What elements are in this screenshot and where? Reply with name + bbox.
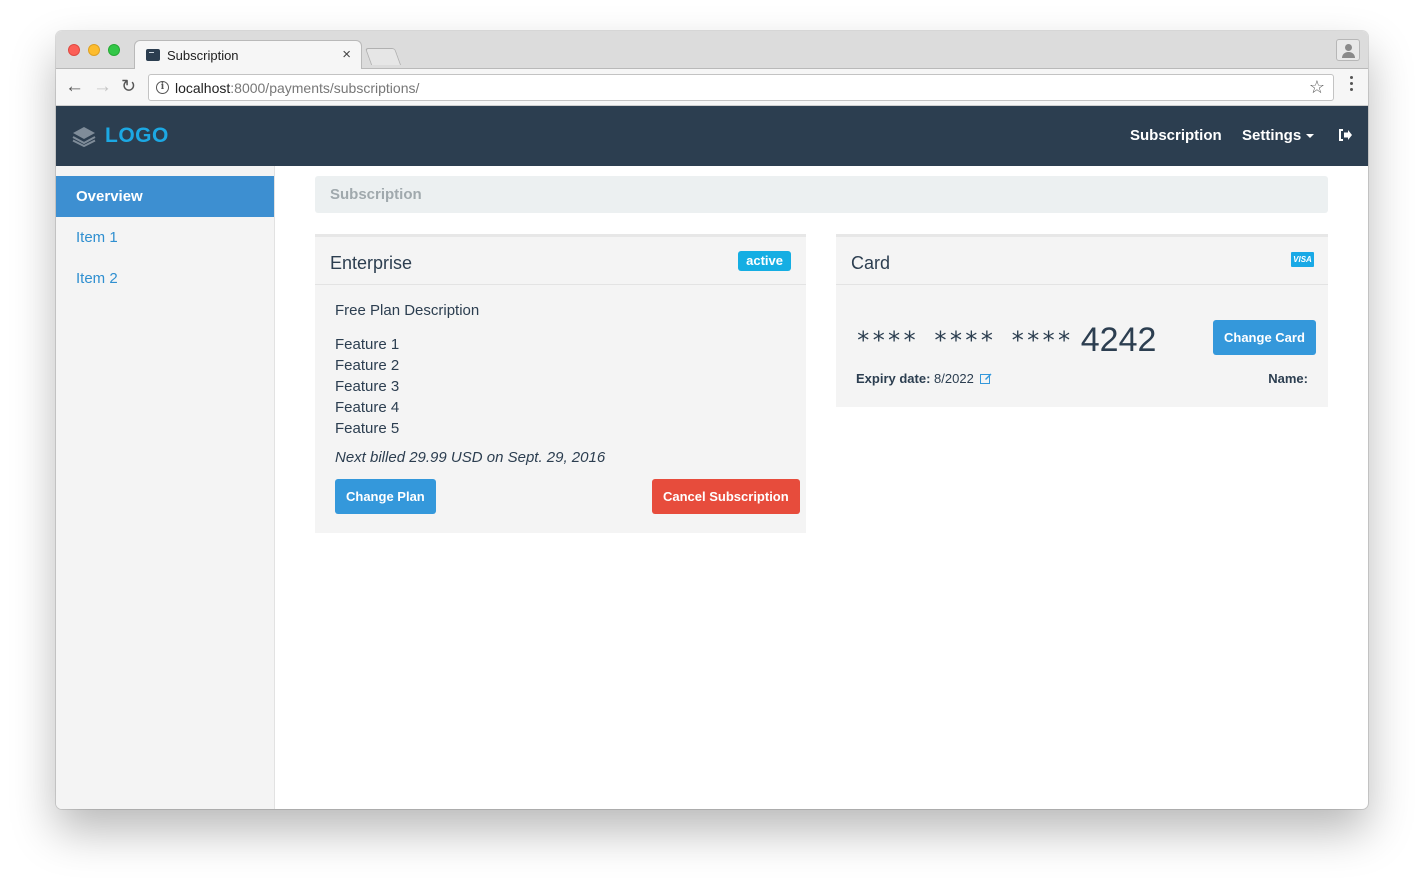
- expiry-date: Expiry date: 8/2022: [856, 371, 992, 386]
- plan-panel-header: Enterprise active: [315, 237, 806, 285]
- menu-icon[interactable]: [1350, 76, 1354, 96]
- address-bar[interactable]: i localhost:8000/payments/subscriptions/…: [148, 74, 1334, 101]
- logout-icon[interactable]: [1338, 128, 1352, 142]
- card-title: Card: [851, 253, 891, 273]
- card-panel: Card VISA **** **** **** 4242 Change Car…: [836, 234, 1328, 407]
- nav-settings-label: Settings: [1242, 127, 1302, 144]
- caret-down-icon: [1306, 134, 1315, 139]
- status-badge: active: [738, 251, 791, 271]
- address-toolbar: ← → ↻ i localhost:8000/payments/subscrip…: [56, 69, 1368, 106]
- change-plan-button[interactable]: Change Plan: [335, 479, 436, 514]
- expiry-value: 8/2022: [934, 371, 974, 386]
- forward-arrow-icon[interactable]: →: [93, 77, 112, 96]
- url-text[interactable]: localhost:8000/payments/subscriptions/: [175, 80, 419, 96]
- sidebar-item-1[interactable]: Item 1: [56, 217, 274, 258]
- plan-description: Free Plan Description: [335, 302, 480, 319]
- plan-title: Enterprise: [330, 253, 413, 273]
- top-navbar: LOGO Subscription Settings: [56, 106, 1368, 166]
- cancel-subscription-button[interactable]: Cancel Subscription: [652, 479, 800, 514]
- card-last4: 4242: [1080, 321, 1157, 359]
- close-window-button[interactable]: [68, 44, 80, 56]
- browser-tab[interactable]: Subscription ×: [134, 40, 362, 70]
- expiry-label: Expiry date:: [856, 371, 931, 386]
- back-arrow-icon[interactable]: ←: [65, 77, 84, 96]
- sidebar-item-overview[interactable]: Overview: [56, 176, 274, 217]
- name-label: Name:: [1268, 371, 1308, 386]
- star-icon[interactable]: ☆: [1309, 77, 1325, 98]
- logo-icon: [72, 127, 96, 147]
- card-number: **** **** **** 4242: [856, 321, 1156, 360]
- profile-icon[interactable]: [1336, 39, 1360, 61]
- change-card-button[interactable]: Change Card: [1213, 320, 1316, 355]
- terminal-favicon-icon: [146, 49, 160, 61]
- minimize-window-button[interactable]: [88, 44, 100, 56]
- feature-item: Feature 4: [335, 399, 400, 416]
- new-tab-button[interactable]: [364, 48, 402, 65]
- feature-item: Feature 3: [335, 378, 400, 395]
- browser-window: Subscription × ← → ↻ i localhost:8000/pa…: [56, 31, 1368, 809]
- sidebar: Overview Item 1 Item 2: [56, 166, 275, 809]
- feature-item: Feature 5: [335, 420, 400, 437]
- nav-subscription-link[interactable]: Subscription: [1130, 127, 1222, 144]
- tab-title: Subscription: [167, 48, 239, 63]
- plan-panel: Enterprise active Free Plan Description …: [315, 234, 806, 533]
- nav-settings-dropdown[interactable]: Settings: [1242, 127, 1315, 144]
- title-bar: Subscription ×: [56, 31, 1368, 70]
- feature-item: Feature 2: [335, 357, 400, 374]
- tab-close-icon[interactable]: ×: [342, 46, 351, 63]
- reload-icon[interactable]: ↻: [121, 77, 136, 96]
- logo-text[interactable]: LOGO: [105, 124, 169, 148]
- info-icon[interactable]: i: [156, 81, 169, 94]
- zoom-window-button[interactable]: [108, 44, 120, 56]
- card-masked-digits: **** **** ****: [856, 326, 1073, 355]
- breadcrumb: Subscription: [315, 176, 1328, 213]
- visa-icon: VISA: [1291, 252, 1314, 267]
- edit-icon[interactable]: [980, 372, 992, 384]
- feature-item: Feature 1: [335, 336, 400, 353]
- card-panel-header: Card VISA: [836, 237, 1328, 285]
- sidebar-item-2[interactable]: Item 2: [56, 258, 274, 299]
- plan-body: Free Plan Description Feature 1 Feature …: [315, 285, 806, 466]
- next-billed-text: Next billed 29.99 USD on Sept. 29, 2016: [335, 449, 606, 466]
- breadcrumb-label: Subscription: [330, 186, 422, 203]
